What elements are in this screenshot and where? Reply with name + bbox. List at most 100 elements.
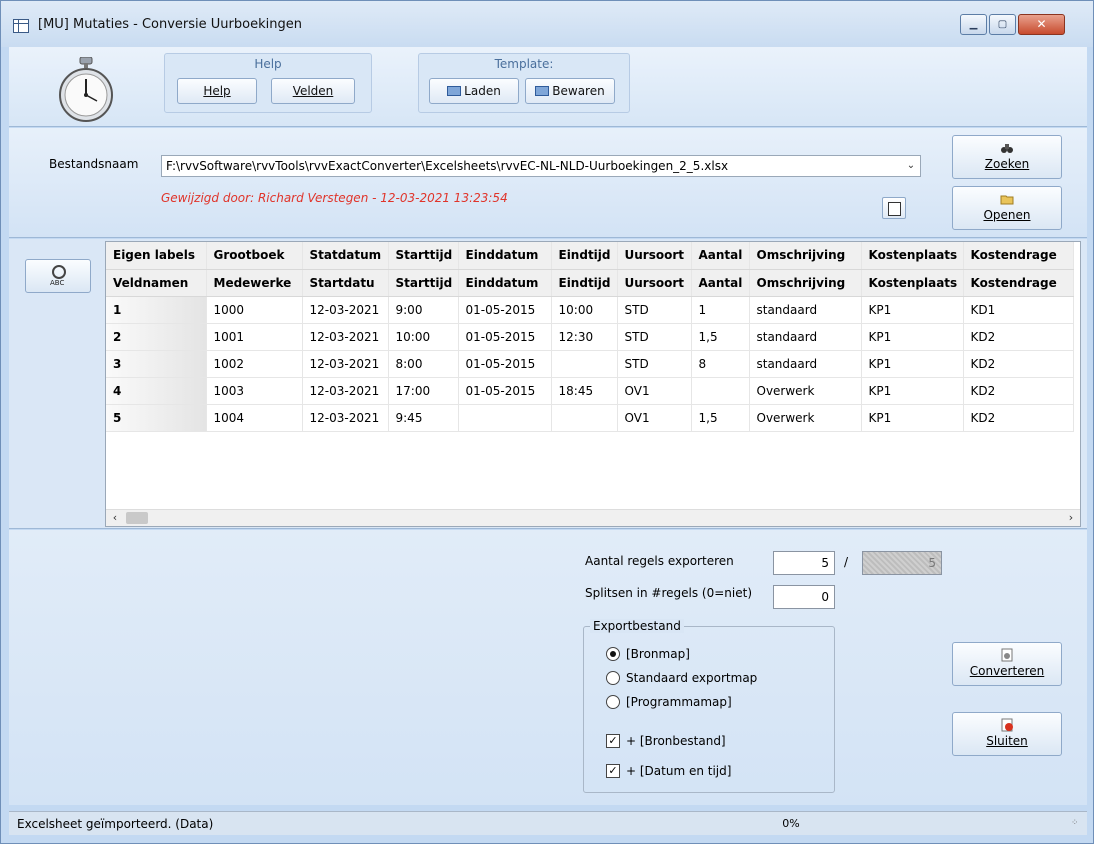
table-cell[interactable]: 12-03-2021 [302, 377, 389, 405]
fields-button[interactable]: Velden [271, 78, 355, 104]
table-cell[interactable]: Medewerke [206, 269, 303, 297]
table-cell[interactable]: STD [617, 350, 692, 378]
row-header-cell[interactable]: 2 [106, 323, 207, 351]
table-cell[interactable]: KP1 [861, 404, 964, 432]
scroll-thumb[interactable] [126, 512, 148, 524]
table-cell[interactable]: Startdatu [302, 269, 389, 297]
table-cell[interactable]: Starttijd [388, 242, 459, 270]
close-window-button[interactable]: ✕ [1018, 14, 1065, 35]
table-cell[interactable]: KD2 [963, 404, 1074, 432]
table-cell[interactable]: 12-03-2021 [302, 350, 389, 378]
table-cell[interactable]: Uursoort [617, 242, 692, 270]
table-cell[interactable]: 18:45 [551, 377, 618, 405]
table-cell[interactable] [691, 377, 750, 405]
radio-default-export-folder[interactable] [606, 671, 620, 685]
table-cell[interactable]: 01-05-2015 [458, 296, 552, 324]
data-grid[interactable]: Eigen labels Grootboek Statdatum Starttijd E… [105, 241, 1081, 527]
table-cell[interactable]: 1,5 [691, 323, 750, 351]
table-cell[interactable]: 12:30 [551, 323, 618, 351]
table-cell[interactable]: Grootboek [206, 242, 303, 270]
row-header-cell[interactable]: 4 [106, 377, 207, 405]
table-cell[interactable]: 01-05-2015 [458, 377, 552, 405]
table-cell[interactable]: 1004 [206, 404, 303, 432]
table-cell[interactable]: KD2 [963, 350, 1074, 378]
scroll-right-icon[interactable]: › [1062, 510, 1080, 526]
radio-program-folder[interactable] [606, 695, 620, 709]
table-cell[interactable] [458, 404, 552, 432]
table-cell[interactable] [551, 350, 618, 378]
close-button[interactable]: Sluiten [952, 712, 1062, 756]
table-cell[interactable]: 1001 [206, 323, 303, 351]
table-cell[interactable]: Eindtijd [551, 242, 618, 270]
table-cell[interactable]: Omschrijving [749, 242, 862, 270]
table-cell[interactable]: STD [617, 323, 692, 351]
table-cell[interactable]: 12-03-2021 [302, 404, 389, 432]
table-cell[interactable]: KP1 [861, 323, 964, 351]
open-button[interactable]: Openen [952, 186, 1062, 230]
table-cell[interactable]: Overwerk [749, 404, 862, 432]
table-cell[interactable]: Overwerk [749, 377, 862, 405]
table-cell[interactable]: OV1 [617, 377, 692, 405]
row-header-cell[interactable]: 5 [106, 404, 207, 432]
convert-button[interactable]: Converteren [952, 642, 1062, 686]
split-input[interactable]: 0 [773, 585, 835, 609]
table-cell[interactable]: 10:00 [551, 296, 618, 324]
table-cell[interactable]: 17:00 [388, 377, 459, 405]
table-cell[interactable]: Aantal [691, 269, 750, 297]
table-cell[interactable]: Kostenplaats [861, 269, 964, 297]
table-cell[interactable]: KD1 [963, 296, 1074, 324]
table-cell[interactable]: Statdatum [302, 242, 389, 270]
title-bar[interactable]: [MU] Mutaties - Conversie Uurboekingen ▁… [1, 1, 1093, 47]
radio-source-folder[interactable] [606, 647, 620, 661]
table-cell[interactable]: 01-05-2015 [458, 323, 552, 351]
table-cell[interactable]: STD [617, 296, 692, 324]
chevron-down-icon[interactable]: ⌄ [902, 156, 920, 176]
labels-toggle-button[interactable]: ABC [25, 259, 91, 293]
table-cell[interactable]: standaard [749, 296, 862, 324]
table-cell[interactable]: 9:00 [388, 296, 459, 324]
filename-combobox[interactable]: F:\rvvSoftware\rvvTools\rvvExactConverte… [161, 155, 921, 177]
table-cell[interactable]: KD2 [963, 377, 1074, 405]
table-cell[interactable]: 01-05-2015 [458, 350, 552, 378]
table-cell[interactable]: standaard [749, 323, 862, 351]
table-cell[interactable]: 1,5 [691, 404, 750, 432]
table-cell[interactable]: Einddatum [458, 269, 552, 297]
table-cell[interactable]: 1003 [206, 377, 303, 405]
table-cell[interactable]: 1000 [206, 296, 303, 324]
table-cell[interactable]: 8 [691, 350, 750, 378]
checkbox-source-file[interactable]: ✓ [606, 734, 620, 748]
resize-grip-icon[interactable]: ⁘ [1071, 818, 1083, 830]
row-header-cell[interactable]: 1 [106, 296, 207, 324]
table-cell[interactable]: KP1 [861, 350, 964, 378]
table-cell[interactable]: OV1 [617, 404, 692, 432]
table-cell[interactable]: 12-03-2021 [302, 296, 389, 324]
table-cell[interactable]: Kostendrage [963, 242, 1074, 270]
table-cell[interactable] [551, 404, 618, 432]
table-cell[interactable]: Einddatum [458, 242, 552, 270]
minimize-button[interactable]: ▁ [960, 14, 987, 35]
table-cell[interactable]: Omschrijving [749, 269, 862, 297]
load-template-button[interactable]: Laden [429, 78, 519, 104]
table-cell[interactable]: Uursoort [617, 269, 692, 297]
table-cell[interactable]: 1002 [206, 350, 303, 378]
table-cell[interactable]: Aantal [691, 242, 750, 270]
search-button[interactable]: Zoeken [952, 135, 1062, 179]
preview-button[interactable] [882, 197, 906, 219]
table-cell[interactable]: 9:45 [388, 404, 459, 432]
table-cell[interactable]: Starttijd [388, 269, 459, 297]
horizontal-scrollbar[interactable]: ‹ › [106, 509, 1080, 526]
checkbox-date-time[interactable]: ✓ [606, 764, 620, 778]
row-header-cell[interactable]: 3 [106, 350, 207, 378]
table-cell[interactable]: 12-03-2021 [302, 323, 389, 351]
table-cell[interactable]: KP1 [861, 296, 964, 324]
table-cell[interactable]: Kostenplaats [861, 242, 964, 270]
row-header-cell[interactable]: Veldnamen [106, 269, 207, 297]
table-cell[interactable]: Eindtijd [551, 269, 618, 297]
table-cell[interactable]: standaard [749, 350, 862, 378]
save-template-button[interactable]: Bewaren [525, 78, 615, 104]
export-rows-input[interactable]: 5 [773, 551, 835, 575]
maximize-button[interactable]: ▢ [989, 14, 1016, 35]
table-cell[interactable]: 1 [691, 296, 750, 324]
table-cell[interactable]: 10:00 [388, 323, 459, 351]
scroll-left-icon[interactable]: ‹ [106, 510, 124, 526]
